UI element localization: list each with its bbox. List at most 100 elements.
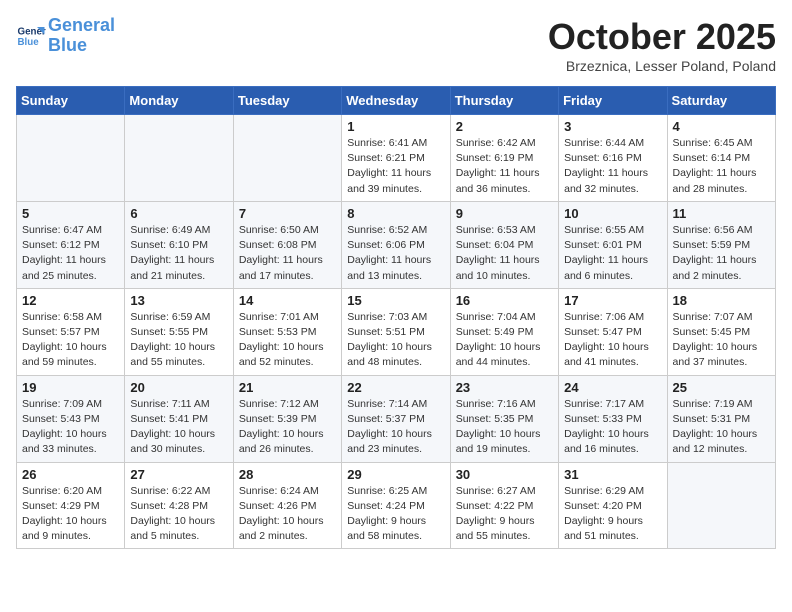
day-info: Sunrise: 7:14 AM Sunset: 5:37 PM Dayligh… <box>347 397 444 458</box>
day-info: Sunrise: 6:53 AM Sunset: 6:04 PM Dayligh… <box>456 223 553 284</box>
calendar-cell: 10Sunrise: 6:55 AM Sunset: 6:01 PM Dayli… <box>559 201 667 288</box>
calendar-header: SundayMondayTuesdayWednesdayThursdayFrid… <box>17 87 776 115</box>
day-number: 3 <box>564 119 661 134</box>
calendar-cell: 26 Sunrise: 6:20 AM Sunset: 4:29 PM Dayli… <box>17 462 125 549</box>
day-number: 18 <box>673 293 770 308</box>
calendar-cell: 17Sunrise: 7:06 AM Sunset: 5:47 PM Dayli… <box>559 288 667 375</box>
calendar-cell: 22 Sunrise: 7:14 AM Sunset: 5:37 PM Dayli… <box>342 375 450 462</box>
calendar-cell: 28Sunrise: 6:24 AM Sunset: 4:26 PM Dayli… <box>233 462 341 549</box>
day-info: Sunrise: 7:17 AM Sunset: 5:33 PM Dayligh… <box>564 397 661 458</box>
day-number: 5 <box>22 206 119 221</box>
calendar-cell <box>667 462 775 549</box>
month-title: October 2025 <box>548 16 776 58</box>
calendar-table: SundayMondayTuesdayWednesdayThursdayFrid… <box>16 86 776 549</box>
calendar-cell: 30Sunrise: 6:27 AM Sunset: 4:22 PM Dayli… <box>450 462 558 549</box>
calendar-week-row: 5 Sunrise: 6:47 AM Sunset: 6:12 PM Daylig… <box>17 201 776 288</box>
day-info: Sunrise: 7:09 AM Sunset: 5:43 PM Dayligh… <box>22 397 119 458</box>
calendar-cell: 20 Sunrise: 7:11 AM Sunset: 5:41 PM Dayli… <box>125 375 233 462</box>
day-number: 20 <box>130 380 227 395</box>
day-info: Sunrise: 7:11 AM Sunset: 5:41 PM Dayligh… <box>130 397 227 458</box>
day-number: 21 <box>239 380 336 395</box>
day-number: 14 <box>239 293 336 308</box>
calendar-cell: 7Sunrise: 6:50 AM Sunset: 6:08 PM Daylig… <box>233 201 341 288</box>
calendar-cell: 3Sunrise: 6:44 AM Sunset: 6:16 PM Daylig… <box>559 115 667 202</box>
calendar-cell: 1 Sunrise: 6:41 AM Sunset: 6:21 PM Daylig… <box>342 115 450 202</box>
day-number: 26 <box>22 467 119 482</box>
calendar-cell: 24 Sunrise: 7:17 AM Sunset: 5:33 PM Dayli… <box>559 375 667 462</box>
calendar-week-row: 26 Sunrise: 6:20 AM Sunset: 4:29 PM Dayli… <box>17 462 776 549</box>
day-info: Sunrise: 6:47 AM Sunset: 6:12 PM Dayligh… <box>22 223 119 284</box>
calendar-cell: 12Sunrise: 6:58 AM Sunset: 5:57 PM Dayli… <box>17 288 125 375</box>
day-info: Sunrise: 6:42 AM Sunset: 6:19 PM Dayligh… <box>456 136 553 197</box>
calendar-cell: 9 Sunrise: 6:53 AM Sunset: 6:04 PM Daylig… <box>450 201 558 288</box>
calendar-cell: 18 Sunrise: 7:07 AM Sunset: 5:45 PM Dayli… <box>667 288 775 375</box>
day-info: Sunrise: 6:25 AM Sunset: 4:24 PM Dayligh… <box>347 484 444 545</box>
day-info: Sunrise: 6:45 AM Sunset: 6:14 PM Dayligh… <box>673 136 770 197</box>
day-info: Sunrise: 7:04 AM Sunset: 5:49 PM Dayligh… <box>456 310 553 371</box>
day-number: 22 <box>347 380 444 395</box>
calendar-cell: 16 Sunrise: 7:04 AM Sunset: 5:49 PM Dayli… <box>450 288 558 375</box>
day-info: Sunrise: 7:16 AM Sunset: 5:35 PM Dayligh… <box>456 397 553 458</box>
weekday-header: Wednesday <box>342 87 450 115</box>
calendar-cell: 2 Sunrise: 6:42 AM Sunset: 6:19 PM Daylig… <box>450 115 558 202</box>
day-number: 30 <box>456 467 553 482</box>
day-number: 15 <box>347 293 444 308</box>
calendar-cell: 29 Sunrise: 6:25 AM Sunset: 4:24 PM Dayli… <box>342 462 450 549</box>
calendar-cell: 4 Sunrise: 6:45 AM Sunset: 6:14 PM Daylig… <box>667 115 775 202</box>
weekday-header-row: SundayMondayTuesdayWednesdayThursdayFrid… <box>17 87 776 115</box>
logo-text: General Blue <box>48 16 115 56</box>
calendar-cell: 6 Sunrise: 6:49 AM Sunset: 6:10 PM Daylig… <box>125 201 233 288</box>
weekday-header: Tuesday <box>233 87 341 115</box>
calendar-week-row: 1 Sunrise: 6:41 AM Sunset: 6:21 PM Daylig… <box>17 115 776 202</box>
day-info: Sunrise: 6:29 AM Sunset: 4:20 PM Dayligh… <box>564 484 661 545</box>
calendar-cell: 25 Sunrise: 7:19 AM Sunset: 5:31 PM Dayli… <box>667 375 775 462</box>
calendar-cell: 21 Sunrise: 7:12 AM Sunset: 5:39 PM Dayli… <box>233 375 341 462</box>
day-number: 25 <box>673 380 770 395</box>
day-info: Sunrise: 6:41 AM Sunset: 6:21 PM Dayligh… <box>347 136 444 197</box>
day-number: 24 <box>564 380 661 395</box>
day-info: Sunrise: 6:58 AM Sunset: 5:57 PM Dayligh… <box>22 310 119 371</box>
day-number: 8 <box>347 206 444 221</box>
day-info: Sunrise: 7:06 AM Sunset: 5:47 PM Dayligh… <box>564 310 661 371</box>
weekday-header: Sunday <box>17 87 125 115</box>
day-info: Sunrise: 6:59 AM Sunset: 5:55 PM Dayligh… <box>130 310 227 371</box>
calendar-week-row: 19Sunrise: 7:09 AM Sunset: 5:43 PM Dayli… <box>17 375 776 462</box>
day-info: Sunrise: 6:56 AM Sunset: 5:59 PM Dayligh… <box>673 223 770 284</box>
day-info: Sunrise: 7:07 AM Sunset: 5:45 PM Dayligh… <box>673 310 770 371</box>
day-info: Sunrise: 6:50 AM Sunset: 6:08 PM Dayligh… <box>239 223 336 284</box>
day-info: Sunrise: 7:12 AM Sunset: 5:39 PM Dayligh… <box>239 397 336 458</box>
calendar-cell <box>17 115 125 202</box>
calendar-cell: 23Sunrise: 7:16 AM Sunset: 5:35 PM Dayli… <box>450 375 558 462</box>
calendar-cell <box>125 115 233 202</box>
day-info: Sunrise: 6:22 AM Sunset: 4:28 PM Dayligh… <box>130 484 227 545</box>
calendar-cell: 19Sunrise: 7:09 AM Sunset: 5:43 PM Dayli… <box>17 375 125 462</box>
calendar-cell: 11Sunrise: 6:56 AM Sunset: 5:59 PM Dayli… <box>667 201 775 288</box>
day-number: 28 <box>239 467 336 482</box>
calendar-cell: 27 Sunrise: 6:22 AM Sunset: 4:28 PM Dayli… <box>125 462 233 549</box>
weekday-header: Saturday <box>667 87 775 115</box>
day-number: 2 <box>456 119 553 134</box>
day-info: Sunrise: 6:55 AM Sunset: 6:01 PM Dayligh… <box>564 223 661 284</box>
day-info: Sunrise: 7:19 AM Sunset: 5:31 PM Dayligh… <box>673 397 770 458</box>
day-info: Sunrise: 7:01 AM Sunset: 5:53 PM Dayligh… <box>239 310 336 371</box>
day-info: Sunrise: 7:03 AM Sunset: 5:51 PM Dayligh… <box>347 310 444 371</box>
day-number: 9 <box>456 206 553 221</box>
calendar-cell: 31Sunrise: 6:29 AM Sunset: 4:20 PM Dayli… <box>559 462 667 549</box>
calendar-cell <box>233 115 341 202</box>
day-number: 6 <box>130 206 227 221</box>
logo: General Blue General Blue <box>16 16 115 56</box>
location: Brzeznica, Lesser Poland, Poland <box>548 58 776 74</box>
day-info: Sunrise: 6:20 AM Sunset: 4:29 PM Dayligh… <box>22 484 119 545</box>
day-number: 27 <box>130 467 227 482</box>
weekday-header: Friday <box>559 87 667 115</box>
day-info: Sunrise: 6:49 AM Sunset: 6:10 PM Dayligh… <box>130 223 227 284</box>
day-number: 29 <box>347 467 444 482</box>
weekday-header: Monday <box>125 87 233 115</box>
day-number: 4 <box>673 119 770 134</box>
calendar-cell: 15 Sunrise: 7:03 AM Sunset: 5:51 PM Dayli… <box>342 288 450 375</box>
calendar-cell: 13Sunrise: 6:59 AM Sunset: 5:55 PM Dayli… <box>125 288 233 375</box>
day-number: 1 <box>347 119 444 134</box>
calendar-cell: 8Sunrise: 6:52 AM Sunset: 6:06 PM Daylig… <box>342 201 450 288</box>
page-header: General Blue General Blue October 2025 B… <box>16 16 776 74</box>
day-number: 16 <box>456 293 553 308</box>
